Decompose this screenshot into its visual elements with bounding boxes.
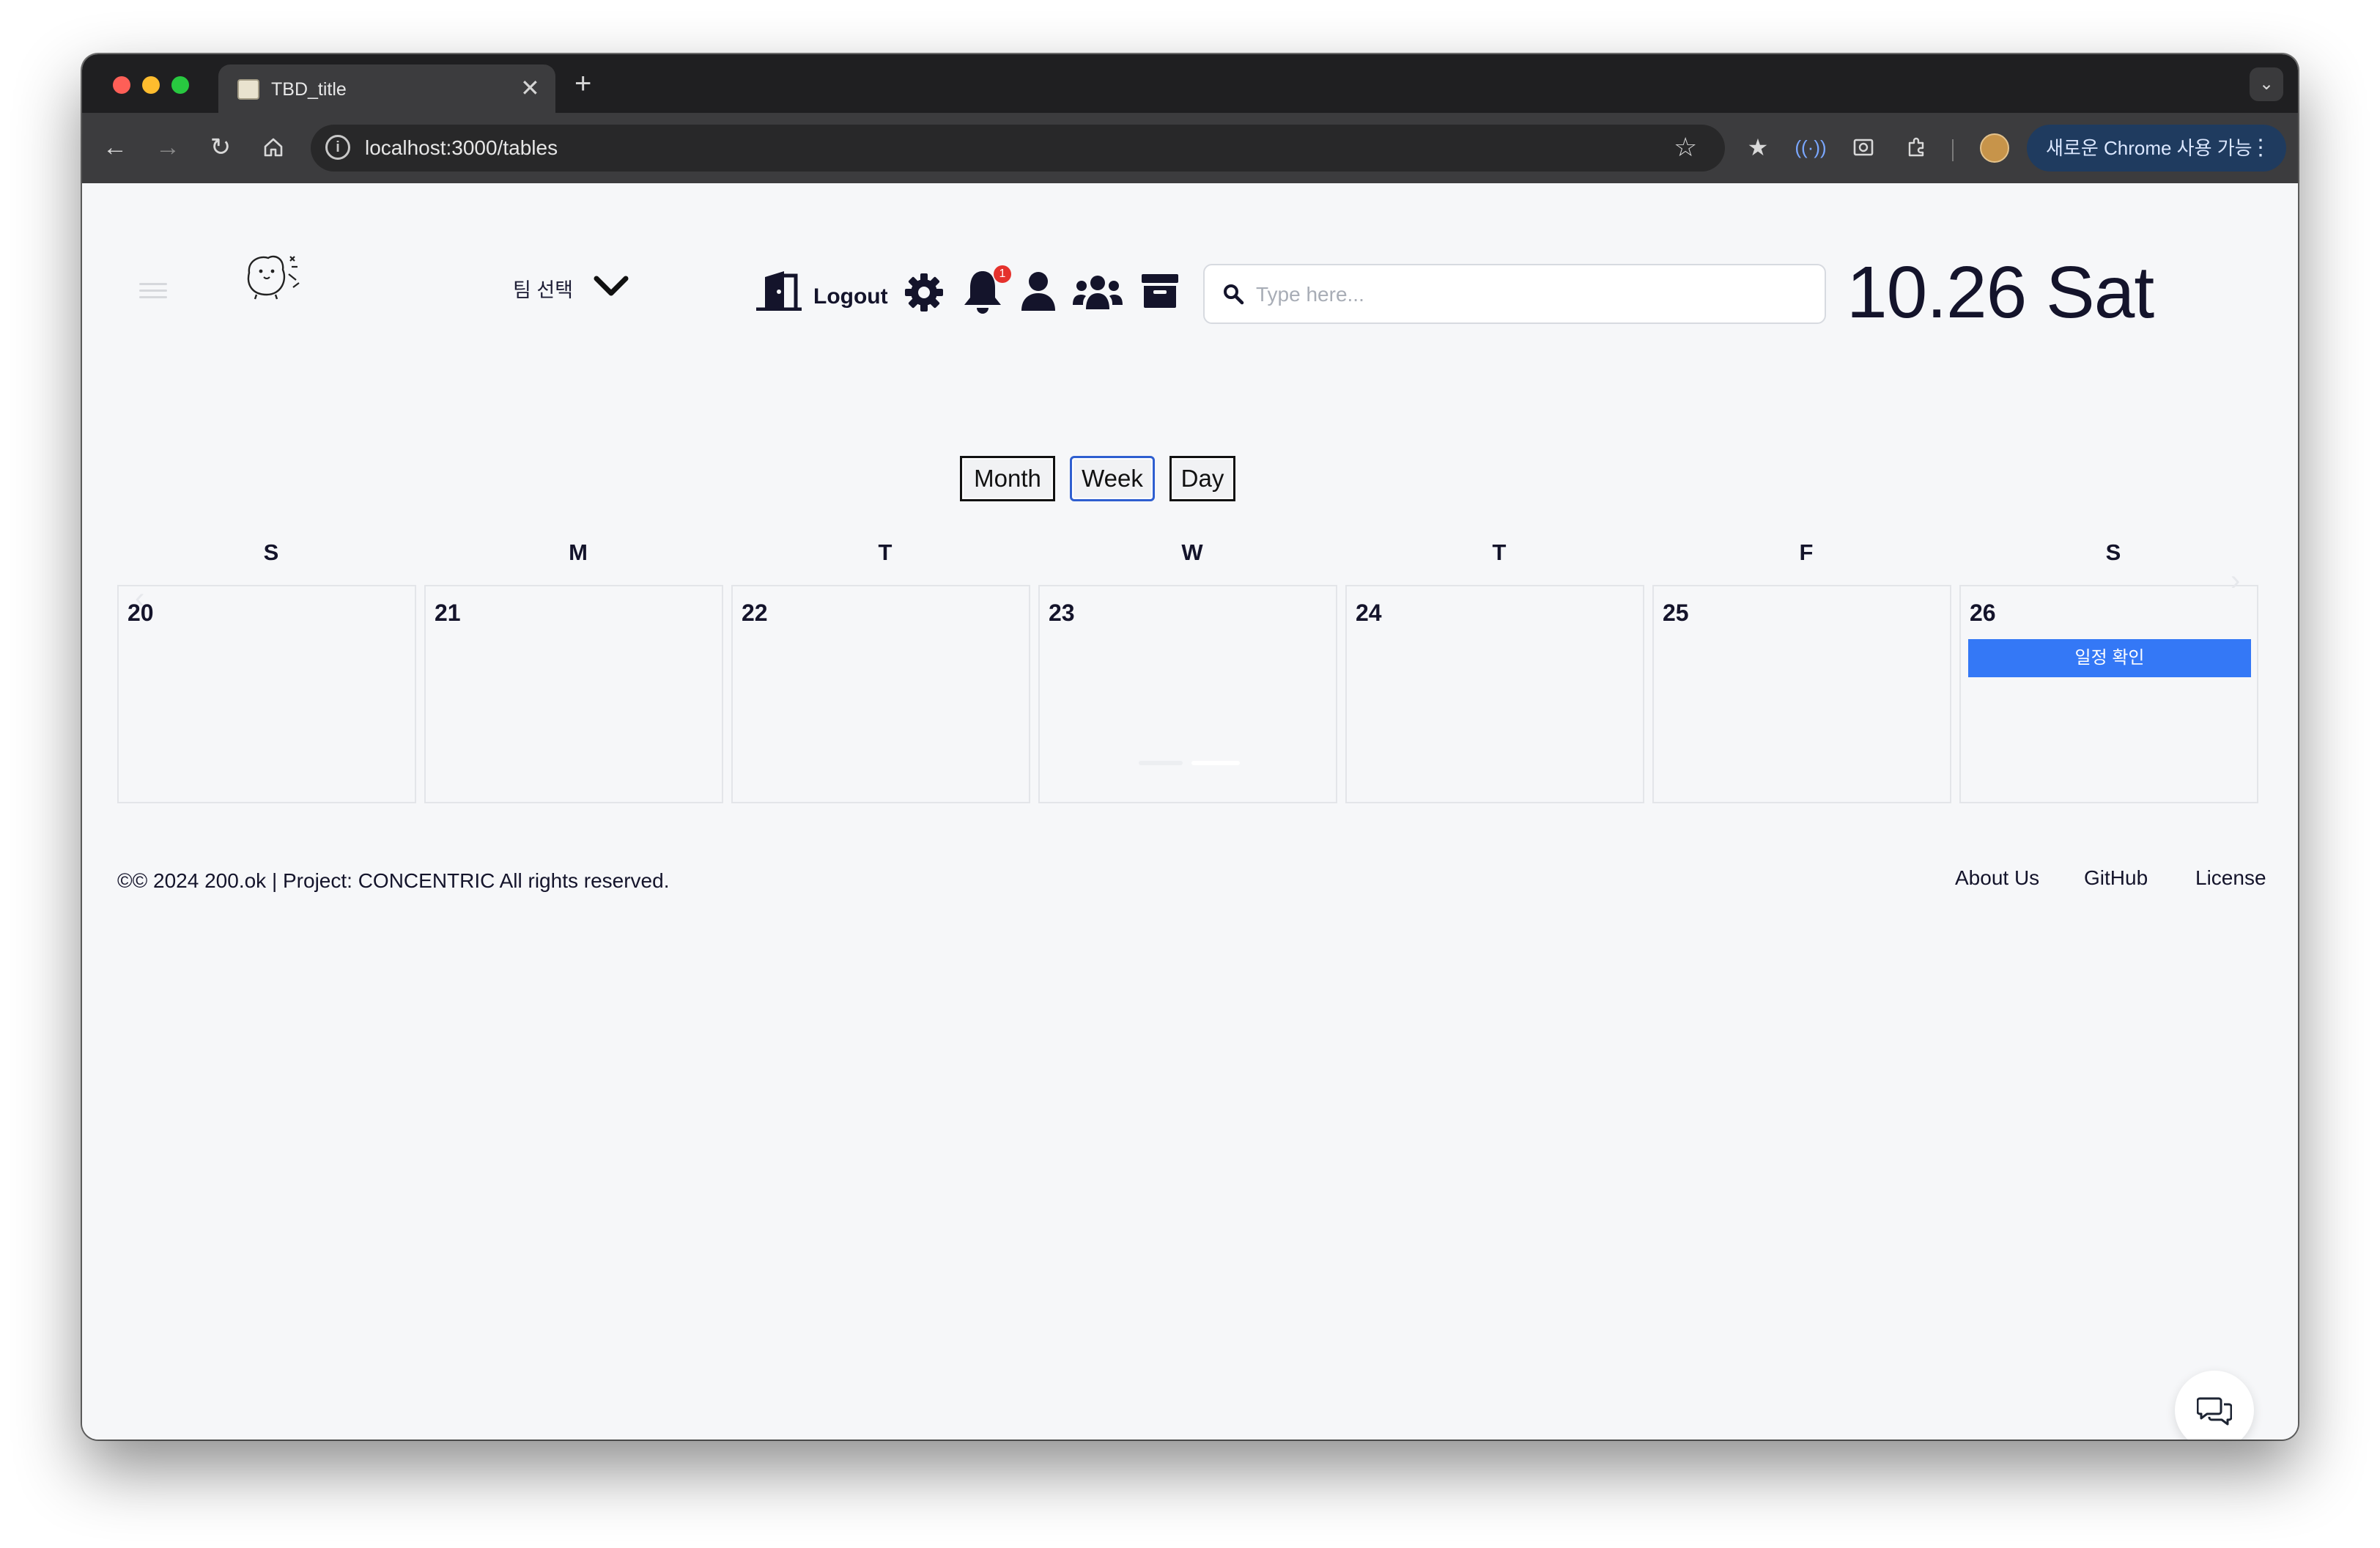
week-view-button[interactable]: Week	[1070, 456, 1155, 501]
forward-arrow-icon[interactable]: →	[149, 129, 186, 166]
search-box[interactable]	[1203, 264, 1826, 324]
weekday-header: M	[569, 539, 588, 565]
users-icon[interactable]	[1073, 274, 1123, 311]
back-arrow-icon[interactable]: ←	[97, 129, 133, 166]
day-number: 21	[435, 600, 461, 626]
door-logout-icon[interactable]	[755, 270, 803, 311]
calendar-day-cell[interactable]: 24	[1345, 585, 1644, 803]
gear-icon[interactable]	[904, 273, 944, 312]
user-icon[interactable]	[1020, 271, 1057, 311]
month-view-button[interactable]: Month	[960, 456, 1055, 501]
weekday-header: S	[263, 539, 279, 565]
calendar-day-cell[interactable]: 21	[424, 585, 723, 803]
bookmark-star-icon[interactable]: ☆	[1674, 132, 1697, 163]
slide-indicator	[1139, 761, 1240, 765]
screenshot-icon[interactable]	[1845, 129, 1882, 166]
hamburger-menu-icon[interactable]	[139, 283, 167, 299]
favicon-icon	[237, 79, 259, 100]
info-icon[interactable]: i	[325, 135, 350, 160]
license-link[interactable]: License	[2195, 866, 2266, 890]
calendar-event[interactable]: 일정 확인	[1968, 639, 2251, 677]
day-number: 24	[1356, 600, 1382, 626]
url-text[interactable]: localhost:3000/tables	[365, 136, 558, 160]
profile-avatar[interactable]	[1980, 133, 2009, 163]
day-number: 23	[1049, 600, 1075, 626]
tab-search-chevron-icon[interactable]: ⌄	[2250, 67, 2283, 101]
calendar-day-cell[interactable]: 20	[117, 585, 416, 803]
weekday-header: W	[1181, 539, 1203, 565]
tab-strip: TBD_title ✕ + ⌄	[82, 54, 2298, 113]
calendar-day-cell[interactable]: 25	[1652, 585, 1951, 803]
github-link[interactable]: GitHub	[2084, 866, 2148, 890]
weekday-header: F	[1799, 539, 1814, 565]
bookmarks-icon[interactable]: ★	[1740, 129, 1776, 166]
next-week-arrow-icon[interactable]: ›	[2231, 564, 2240, 597]
team-select-label[interactable]: 팀 선택	[513, 274, 573, 303]
minimize-window-button[interactable]	[142, 76, 160, 94]
weekday-header: S	[2105, 539, 2121, 565]
toolbar-divider	[1952, 139, 1954, 161]
sign-icon[interactable]: ((·))	[1792, 129, 1829, 166]
weekday-header: T	[1492, 539, 1507, 565]
previous-week-arrow-icon[interactable]: ‹	[135, 582, 144, 615]
tab-close-icon[interactable]: ✕	[520, 75, 540, 101]
day-number: 26	[1970, 600, 1996, 626]
day-view-button[interactable]: Day	[1169, 456, 1235, 501]
logout-button[interactable]: Logout	[813, 284, 888, 309]
about-us-link[interactable]: About Us	[1955, 866, 2039, 890]
archive-icon[interactable]	[1140, 273, 1180, 309]
day-number: 25	[1663, 600, 1689, 626]
new-tab-button[interactable]: +	[574, 67, 591, 100]
tab-title: TBD_title	[271, 79, 347, 100]
update-label: 새로운 Chrome 사용 가능	[2046, 137, 2252, 159]
page-content: 팀 선택 Logout 1 Type here... 10.26 Sat Mon…	[82, 183, 2298, 1440]
home-icon[interactable]	[255, 129, 292, 166]
footer-copyright: ©© 2024 200.ok | Project: CONCENTRIC All…	[117, 869, 670, 892]
browser-window: TBD_title ✕ + ⌄ ← → ↻ i localhost:3000/t…	[82, 54, 2298, 1440]
chrome-update-button[interactable]: 새로운 Chrome 사용 가능 ⋮	[2027, 125, 2286, 172]
menu-icon[interactable]: ⋮	[2250, 125, 2272, 172]
reload-icon[interactable]: ↻	[202, 129, 239, 166]
maximize-window-button[interactable]	[171, 76, 189, 94]
hamster-logo[interactable]	[242, 251, 302, 301]
chevron-down-icon[interactable]	[591, 270, 632, 302]
current-date: 10.26 Sat	[1847, 251, 2154, 333]
extensions-icon[interactable]	[1898, 129, 1934, 166]
close-window-button[interactable]	[113, 76, 130, 94]
search-icon	[1224, 284, 1244, 305]
search-input[interactable]	[1256, 277, 1798, 312]
chat-button[interactable]	[2175, 1371, 2254, 1440]
browser-tab[interactable]: TBD_title ✕	[218, 64, 555, 113]
calendar-day-cell[interactable]: 26 일정 확인	[1959, 585, 2258, 803]
day-number: 22	[742, 600, 768, 626]
address-bar[interactable]: i localhost:3000/tables ☆	[311, 125, 1725, 172]
calendar-day-cell[interactable]: 23	[1038, 585, 1337, 803]
browser-toolbar: ← → ↻ i localhost:3000/tables ☆ ★ ((·)) …	[82, 113, 2298, 183]
notification-badge: 1	[994, 265, 1011, 283]
weekday-header: T	[878, 539, 892, 565]
chat-bubbles-icon	[2197, 1397, 2232, 1426]
calendar-day-cell[interactable]: 22	[731, 585, 1030, 803]
